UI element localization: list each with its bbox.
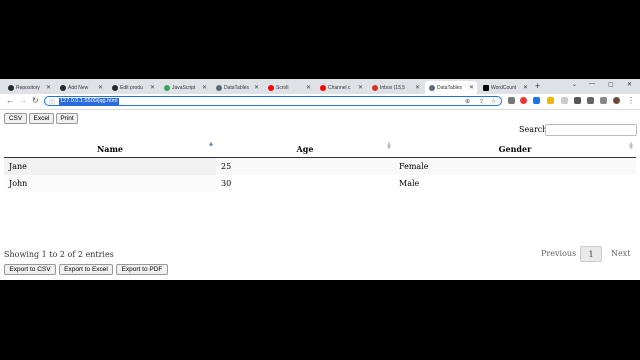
share-icon[interactable]: ⇪ xyxy=(479,98,484,105)
url-text[interactable]: 127.0.0.1:5500/jqg.html xyxy=(59,98,119,105)
youtube-icon xyxy=(268,84,274,91)
column-header-gender[interactable]: Gender ▲ ▼ xyxy=(394,140,636,158)
close-tab-icon[interactable]: ✕ xyxy=(98,84,103,91)
extension-icon[interactable] xyxy=(508,97,515,104)
extension-icon[interactable] xyxy=(561,97,568,104)
close-tab-icon[interactable]: ✕ xyxy=(202,84,207,91)
cell-age: 25 xyxy=(216,157,394,175)
side-panel-icon[interactable] xyxy=(600,97,607,104)
search-input[interactable] xyxy=(545,124,637,136)
browser-tab[interactable]: Scroll ✕ xyxy=(264,81,314,94)
cell-name: John xyxy=(4,175,216,192)
table-header-row: Name ▲ Age ▲ ▼ Gender ▲ ▼ xyxy=(4,140,636,158)
browser-tab[interactable]: Channel c ✕ xyxy=(316,81,366,94)
bookmark-star-icon[interactable]: ☆ xyxy=(491,98,496,105)
github-icon xyxy=(112,84,118,91)
data-table: Name ▲ Age ▲ ▼ Gender ▲ ▼ Jane 25 Female John… xyxy=(4,140,636,192)
tab-strip: Repository ✕ Add New ✕ Edit produ ✕ JavaScr… xyxy=(0,79,640,94)
close-tab-icon[interactable]: ✕ xyxy=(150,84,155,91)
minimize-icon[interactable]: — xyxy=(589,81,595,87)
zoom-icon[interactable]: ⊕ xyxy=(465,98,470,105)
cell-name: Jane xyxy=(4,157,216,175)
cell-gender: Female xyxy=(394,157,636,175)
browser-tab[interactable]: Add New ✕ xyxy=(56,81,106,94)
maximize-icon[interactable]: ▢ xyxy=(608,81,614,88)
extensions-puzzle-icon[interactable] xyxy=(574,97,581,104)
gmail-icon xyxy=(372,84,378,91)
close-tab-icon[interactable]: ✕ xyxy=(358,84,363,91)
github-icon xyxy=(60,84,66,91)
page-content: CSV Excel Print Search: Name ▲ Age ▲ ▼ Gend… xyxy=(0,110,640,280)
close-tab-icon[interactable]: ✕ xyxy=(254,84,259,91)
pagination-current-page[interactable]: 1 xyxy=(580,246,602,262)
browser-tab-active[interactable]: DataTables ✕ xyxy=(425,81,477,94)
extension-icon[interactable] xyxy=(547,97,554,104)
forward-icon[interactable]: → xyxy=(19,96,27,105)
export-excel-button[interactable]: Export to Excel xyxy=(59,264,113,275)
browser-window: Repository ✕ Add New ✕ Edit produ ✕ JavaScr… xyxy=(0,79,640,280)
close-window-icon[interactable]: ✕ xyxy=(627,81,632,88)
cell-age: 30 xyxy=(221,179,232,188)
table-row[interactable]: John 30 Male xyxy=(4,175,636,192)
close-tab-icon[interactable]: ✕ xyxy=(469,84,474,91)
pagination-next[interactable]: Next xyxy=(611,249,630,258)
browser-tab[interactable]: Inbox (15,5 ✕ xyxy=(368,81,423,94)
column-header-age[interactable]: Age ▲ ▼ xyxy=(216,140,394,158)
close-tab-icon[interactable]: ✕ xyxy=(523,84,528,91)
browser-tab[interactable]: Edit produ ✕ xyxy=(108,81,158,94)
github-icon xyxy=(8,84,14,91)
new-tab-icon[interactable]: + xyxy=(535,81,540,91)
extension-icon[interactable] xyxy=(520,97,527,104)
datatables-icon xyxy=(429,84,435,91)
profile-avatar[interactable] xyxy=(613,97,620,104)
browser-tab[interactable]: DataTables ✕ xyxy=(212,81,262,94)
datatables-icon xyxy=(216,84,222,91)
excel-button[interactable]: Excel xyxy=(29,113,54,124)
export-pdf-button[interactable]: Export to PDF xyxy=(116,264,168,275)
browser-tab[interactable]: Repository ✕ xyxy=(4,81,54,94)
youtube-icon xyxy=(320,84,326,91)
info-icon[interactable]: ⓘ xyxy=(49,98,55,107)
extension-icon[interactable] xyxy=(533,97,540,104)
pagination-previous[interactable]: Previous xyxy=(541,249,576,258)
tab-search-icon[interactable]: ⌄ xyxy=(572,81,577,88)
sort-both-icon: ▲ ▼ xyxy=(629,141,633,151)
extension-icon xyxy=(164,84,170,91)
cell-gender: Male xyxy=(399,179,420,188)
back-icon[interactable]: ← xyxy=(6,96,14,105)
browser-tab[interactable]: JavaScript ✕ xyxy=(160,81,210,94)
wordcount-icon xyxy=(483,84,489,91)
table-info: Showing 1 to 2 of 2 entries xyxy=(4,250,114,259)
csv-button[interactable]: CSV xyxy=(4,113,27,124)
export-csv-button[interactable]: Export to CSV xyxy=(4,264,56,275)
menu-kebab-icon[interactable]: ⋮ xyxy=(627,96,635,105)
sort-asc-icon: ▲ xyxy=(209,141,213,147)
sort-both-icon: ▲ ▼ xyxy=(387,141,391,151)
browser-tab[interactable]: WordCount ✕ xyxy=(479,81,531,94)
close-tab-icon[interactable]: ✕ xyxy=(415,84,420,91)
close-tab-icon[interactable]: ✕ xyxy=(306,84,311,91)
reading-list-icon[interactable] xyxy=(587,97,594,104)
address-bar[interactable]: ⓘ 127.0.0.1:5500/jqg.html ⊕ ⇪ ☆ xyxy=(44,96,502,107)
table-row[interactable]: Jane 25 Female xyxy=(4,157,636,175)
column-header-name[interactable]: Name ▲ xyxy=(4,140,216,158)
browser-toolbar: ← → ↻ ⓘ 127.0.0.1:5500/jqg.html ⊕ ⇪ ☆ ⋮ xyxy=(0,94,640,110)
print-button[interactable]: Print xyxy=(56,113,78,124)
close-tab-icon[interactable]: ✕ xyxy=(46,84,51,91)
reload-icon[interactable]: ↻ xyxy=(32,96,39,105)
